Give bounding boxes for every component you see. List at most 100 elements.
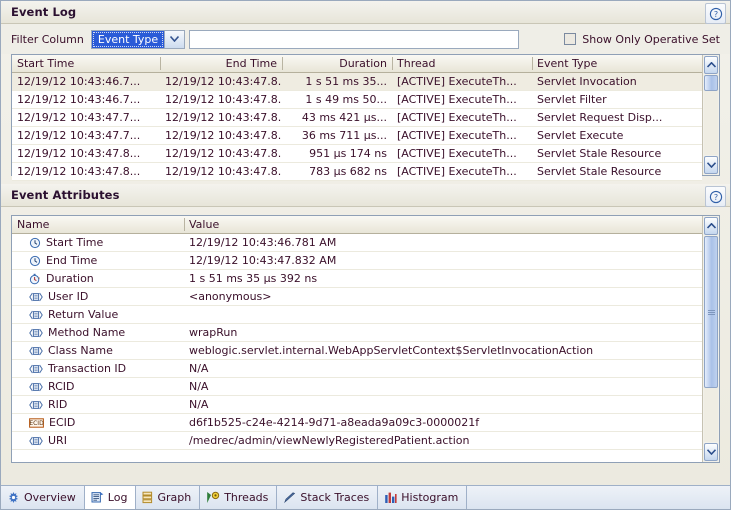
table-row[interactable]: 12/19/12 10:43:47.8... 12/19/12 10:43:47… xyxy=(12,162,702,181)
column-header-thread[interactable]: Thread xyxy=(392,55,532,73)
svg-text:?: ? xyxy=(713,193,717,202)
show-only-operative-set-toggle[interactable]: Show Only Operative Set xyxy=(564,33,720,46)
scroll-up-icon[interactable] xyxy=(704,56,718,74)
cell-event-type: Servlet Request Disp... xyxy=(532,108,702,127)
tab-log[interactable]: Log xyxy=(83,486,137,509)
list-item[interactable]: RID N/A xyxy=(12,395,702,414)
cell-event-type: Servlet Stale Resource xyxy=(532,144,702,163)
event-attributes-scrollbar[interactable] xyxy=(702,216,719,462)
event-attributes-title: Event Attributes xyxy=(11,188,120,202)
scrollbar-thumb[interactable] xyxy=(704,75,718,91)
tab-label: Overview xyxy=(24,491,76,504)
cell-thread: [ACTIVE] ExecuteTh... xyxy=(392,90,532,109)
column-header-event-type[interactable]: Event Type xyxy=(532,55,702,73)
tab-stack-traces[interactable]: Stack Traces xyxy=(277,486,379,509)
checkbox-icon[interactable] xyxy=(564,33,577,45)
column-header-start-time[interactable]: Start Time xyxy=(12,55,160,73)
attribute-value: 12/19/12 10:43:47.832 AM xyxy=(184,251,702,270)
cell-start-time: 12/19/12 10:43:46.7... xyxy=(12,72,160,91)
event-log-panel: Event Log ? Filter Column Event Type Sho… xyxy=(0,0,731,510)
cell-end-time: 12/19/12 10:43:47.8... xyxy=(160,162,282,181)
list-item[interactable]: Return Value xyxy=(12,305,702,324)
cell-end-time: 12/19/12 10:43:47.8... xyxy=(160,90,282,109)
cell-duration: 1 s 49 ms 50... xyxy=(282,90,392,109)
help-circle-icon[interactable]: ? xyxy=(705,3,726,24)
stack-traces-icon xyxy=(284,492,296,504)
table-row[interactable]: 12/19/12 10:43:46.7... 12/19/12 10:43:47… xyxy=(12,90,702,109)
list-item[interactable]: ECID ECID d6f1b525-c24e-4214-9d71-a8eada… xyxy=(12,413,702,432)
attribute-name: RCID xyxy=(48,380,75,393)
cell-event-type: Servlet Stale Resource xyxy=(532,162,702,181)
attribute-value: N/A xyxy=(184,377,702,396)
cell-start-time: 12/19/12 10:43:47.7... xyxy=(12,126,160,145)
column-header-value[interactable]: Value xyxy=(184,216,702,234)
help-circle-icon[interactable]: ? xyxy=(705,186,726,207)
event-attributes-table-body: Name Value Start Time 12/19/12 10:43:46.… xyxy=(12,216,702,462)
tab-label: Graph xyxy=(157,491,192,504)
bottom-tab-bar: Overview Log Graph Threads Stack Traces … xyxy=(1,485,730,509)
show-only-operative-set-label: Show Only Operative Set xyxy=(582,32,720,46)
cell-thread: [ACTIVE] ExecuteTh... xyxy=(392,126,532,145)
log-icon xyxy=(91,492,104,503)
tab-bar-filler xyxy=(467,486,730,509)
svg-text:?: ? xyxy=(713,10,717,19)
event-attributes-rows: Start Time 12/19/12 10:43:46.781 AM End … xyxy=(12,233,702,450)
column-header-end-time[interactable]: End Time xyxy=(160,55,282,73)
chevron-down-icon[interactable] xyxy=(164,30,185,48)
tab-threads[interactable]: Threads xyxy=(200,486,278,509)
attribute-value: N/A xyxy=(184,359,702,378)
attribute-value: 1 s 51 ms 35 µs 392 ns xyxy=(184,269,702,288)
attribute-value: /medrec/admin/viewNewlyRegisteredPatient… xyxy=(184,431,702,450)
list-item[interactable]: RCID N/A xyxy=(12,377,702,396)
cell-event-type: Servlet Execute xyxy=(532,126,702,145)
scrollbar-track[interactable] xyxy=(704,236,718,442)
scrollbar-grip-icon xyxy=(707,309,715,316)
filter-column-select[interactable]: Event Type xyxy=(90,29,186,49)
scroll-down-icon[interactable] xyxy=(704,156,718,174)
list-item[interactable]: User ID <anonymous> xyxy=(12,287,702,306)
tab-label: Log xyxy=(107,491,128,504)
scroll-up-icon[interactable] xyxy=(704,217,718,235)
tab-graph[interactable]: Graph xyxy=(136,486,201,509)
attribute-name: Return Value xyxy=(48,308,119,321)
list-item[interactable]: End Time 12/19/12 10:43:47.832 AM xyxy=(12,251,702,270)
cell-duration: 1 s 51 ms 35... xyxy=(282,72,392,91)
table-row[interactable]: 12/19/12 10:43:46.7... 12/19/12 10:43:47… xyxy=(12,72,702,91)
cell-end-time: 12/19/12 10:43:47.8... xyxy=(160,126,282,145)
list-item[interactable]: URI /medrec/admin/viewNewlyRegisteredPat… xyxy=(12,431,702,450)
column-header-name[interactable]: Name xyxy=(12,216,184,234)
scroll-down-icon[interactable] xyxy=(704,443,718,461)
filter-column-label: Filter Column xyxy=(11,32,84,46)
attribute-value: wrapRun xyxy=(184,323,702,342)
scrollbar-track[interactable] xyxy=(704,75,718,155)
table-row[interactable]: 12/19/12 10:43:47.7... 12/19/12 10:43:47… xyxy=(12,108,702,127)
list-item[interactable]: Transaction ID N/A xyxy=(12,359,702,378)
graph-icon xyxy=(142,491,153,504)
attribute-name: End Time xyxy=(46,254,98,267)
list-item[interactable]: Duration 1 s 51 ms 35 µs 392 ns xyxy=(12,269,702,288)
cell-thread: [ACTIVE] ExecuteTh... xyxy=(392,72,532,91)
list-item[interactable]: Class Name weblogic.servlet.internal.Web… xyxy=(12,341,702,360)
cell-duration: 43 ms 421 µs... xyxy=(282,108,392,127)
column-header-duration[interactable]: Duration xyxy=(282,55,392,73)
event-log-header-row: Start Time End Time Duration Thread Even… xyxy=(12,55,702,73)
scrollbar-thumb[interactable] xyxy=(704,236,718,388)
list-item[interactable]: Start Time 12/19/12 10:43:46.781 AM xyxy=(12,233,702,252)
attribute-icon xyxy=(29,382,43,391)
cell-end-time: 12/19/12 10:43:47.8... xyxy=(160,144,282,163)
filter-text-input[interactable] xyxy=(189,29,520,49)
tab-overview[interactable]: Overview xyxy=(1,486,85,509)
event-attributes-header-row: Name Value xyxy=(12,216,702,234)
cell-duration: 36 ms 711 µs... xyxy=(282,126,392,145)
table-row[interactable]: 12/19/12 10:43:47.8... 12/19/12 10:43:47… xyxy=(12,144,702,163)
cell-thread: [ACTIVE] ExecuteTh... xyxy=(392,144,532,163)
cell-end-time: 12/19/12 10:43:47.8... xyxy=(160,72,282,91)
tab-histogram[interactable]: Histogram xyxy=(378,486,468,509)
tab-label: Stack Traces xyxy=(300,491,370,504)
cell-end-time: 12/19/12 10:43:47.8... xyxy=(160,108,282,127)
attribute-icon xyxy=(29,400,43,409)
event-log-scrollbar[interactable] xyxy=(702,55,719,175)
event-log-rows: 12/19/12 10:43:46.7... 12/19/12 10:43:47… xyxy=(12,72,702,181)
list-item[interactable]: Method Name wrapRun xyxy=(12,323,702,342)
table-row[interactable]: 12/19/12 10:43:47.7... 12/19/12 10:43:47… xyxy=(12,126,702,145)
